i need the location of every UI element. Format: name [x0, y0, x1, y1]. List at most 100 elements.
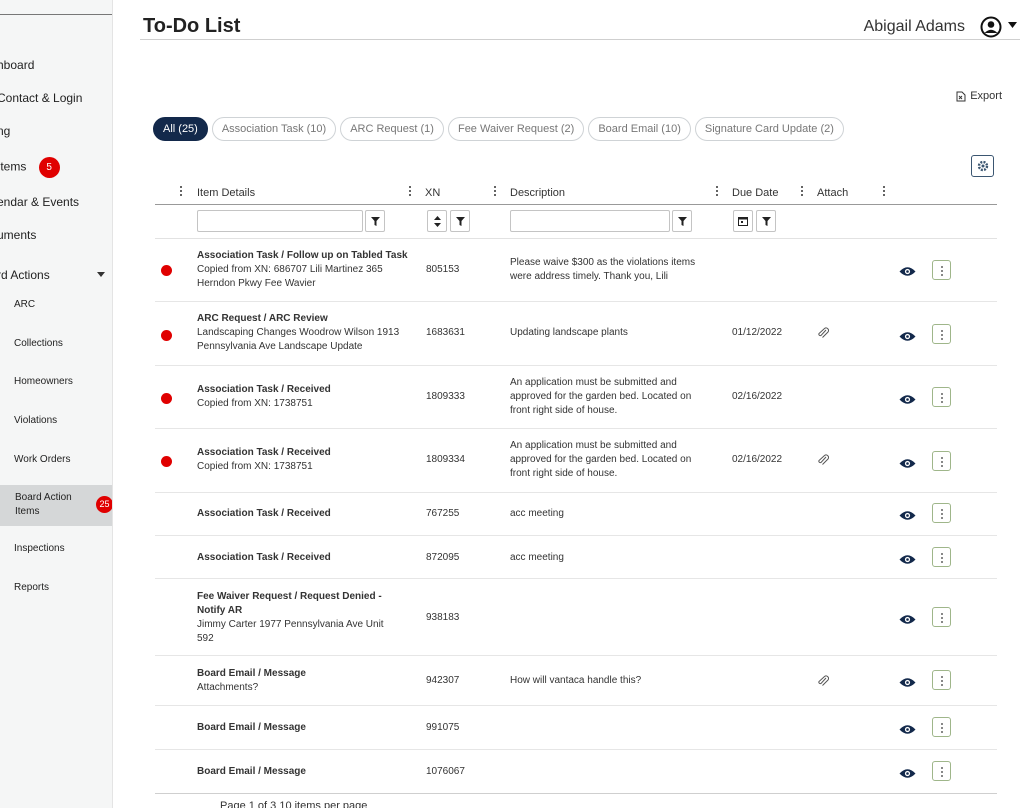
export-button[interactable]: Export — [956, 90, 1002, 102]
view-eye-icon[interactable] — [899, 677, 916, 688]
filter-icon — [677, 216, 687, 226]
table-row[interactable]: Association Task / Received 767255 acc m… — [155, 493, 997, 536]
row-actions-button[interactable] — [932, 670, 951, 690]
table-row[interactable]: Association Task / Received Copied from … — [155, 429, 997, 493]
table-row[interactable]: Board Email / Message 1076067 — [155, 750, 997, 793]
export-file-icon — [956, 91, 966, 101]
view-eye-icon[interactable] — [899, 510, 916, 521]
column-header-xn[interactable]: XN — [425, 187, 440, 199]
view-eye-icon[interactable] — [899, 614, 916, 625]
row-actions-button[interactable] — [932, 451, 951, 471]
sidebar-subitem-arc[interactable]: ARC — [14, 299, 35, 310]
description-cell: An application must be submitted and app… — [510, 440, 692, 479]
xn-sort-button[interactable] — [427, 210, 447, 232]
table-row[interactable]: Association Task / Follow up on Tabled T… — [155, 239, 997, 302]
header-divider — [155, 204, 997, 205]
sidebar-item-contact-login[interactable]: Contact & Login — [0, 91, 82, 105]
item-details-filter-button[interactable] — [365, 210, 385, 232]
row-actions-button[interactable] — [932, 761, 951, 781]
sidebar-item-action-items[interactable]: Items 5 — [0, 157, 60, 178]
xn-cell: 1076067 — [426, 766, 465, 777]
table-row[interactable]: Association Task / Received Copied from … — [155, 366, 997, 429]
row-actions-button[interactable] — [932, 503, 951, 523]
due-date-cell: 02/16/2022 — [732, 391, 783, 402]
sidebar-subitem-inspections[interactable]: Inspections — [14, 543, 65, 554]
row-actions-button[interactable] — [932, 607, 951, 627]
sidebar-subitem-board-action-items[interactable]: Board Action Items 25 — [0, 485, 112, 526]
board-action-items-count-badge: 25 — [96, 496, 112, 513]
description-cell: Please waive $300 as the violations item… — [510, 257, 696, 282]
view-eye-icon[interactable] — [899, 768, 916, 779]
column-menu-icon[interactable] — [800, 186, 804, 198]
sidebar-subitem-work-orders[interactable]: Work Orders — [14, 454, 71, 465]
row-actions-button[interactable] — [932, 324, 951, 344]
row-actions-button[interactable] — [932, 387, 951, 407]
sidebar-item-board-actions[interactable]: rd Actions — [0, 268, 105, 282]
table-row[interactable]: Association Task / Received 872095 acc m… — [155, 536, 997, 579]
table-row[interactable]: Fee Waiver Request / Request Denied - No… — [155, 579, 997, 656]
item-details-filter-input[interactable] — [197, 210, 363, 232]
paperclip-icon[interactable] — [817, 327, 829, 339]
row-actions-button[interactable] — [932, 717, 951, 737]
sidebar-subitem-reports[interactable]: Reports — [14, 582, 49, 593]
sidebar-subitem-homeowners[interactable]: Homeowners — [14, 376, 73, 387]
column-menu-icon[interactable] — [179, 186, 183, 198]
view-eye-icon[interactable] — [899, 394, 916, 405]
view-eye-icon[interactable] — [899, 458, 916, 469]
column-header-item-details[interactable]: Item Details — [197, 187, 255, 199]
row-actions-button[interactable] — [932, 547, 951, 567]
user-avatar-icon[interactable] — [980, 16, 1002, 38]
table-row[interactable]: Board Email / Message 991075 — [155, 706, 997, 750]
view-eye-icon[interactable] — [899, 724, 916, 735]
sort-icon — [433, 215, 441, 227]
paperclip-icon[interactable] — [817, 454, 829, 466]
chip-fee-waiver-request[interactable]: Fee Waiver Request (2) — [447, 117, 585, 141]
column-header-attach[interactable]: Attach — [817, 187, 848, 199]
due-date-calendar-button[interactable] — [733, 210, 753, 232]
column-menu-icon[interactable] — [715, 186, 719, 198]
grid-settings-button[interactable] — [971, 155, 994, 177]
filter-icon — [761, 216, 771, 226]
xn-filter-button[interactable] — [450, 210, 470, 232]
row-actions-button[interactable] — [932, 260, 951, 280]
sidebar-item-dashboard[interactable]: hboard — [0, 58, 34, 72]
column-menu-icon[interactable] — [493, 186, 497, 198]
table-row[interactable]: ARC Request / ARC Review Landscaping Cha… — [155, 302, 997, 366]
due-date-filter-button[interactable] — [756, 210, 776, 232]
view-eye-icon[interactable] — [899, 266, 916, 277]
description-filter-button[interactable] — [672, 210, 692, 232]
filter-icon — [455, 216, 465, 226]
description-filter-input[interactable] — [510, 210, 670, 232]
column-menu-icon[interactable] — [882, 186, 886, 198]
sidebar-item-calendar-events[interactable]: endar & Events — [0, 195, 79, 209]
sidebar-subitem-collections[interactable]: Collections — [14, 338, 63, 349]
chip-all[interactable]: All (25) — [153, 117, 208, 141]
column-header-description[interactable]: Description — [510, 187, 565, 199]
sidebar-item-documents[interactable]: uments — [0, 228, 36, 242]
chip-arc-request[interactable]: ARC Request (1) — [340, 117, 444, 141]
chip-association-task[interactable]: Association Task (10) — [211, 117, 337, 141]
chip-board-email[interactable]: Board Email (10) — [588, 117, 691, 141]
sidebar-divider — [0, 14, 112, 15]
column-header-due-date[interactable]: Due Date — [732, 187, 778, 199]
item-details-cell: ARC Request / ARC Review Landscaping Cha… — [197, 313, 400, 352]
view-eye-icon[interactable] — [899, 331, 916, 342]
description-cell: How will vantaca handle this? — [510, 675, 642, 686]
chip-signature-card-update[interactable]: Signature Card Update (2) — [694, 117, 844, 141]
sidebar-subitem-violations[interactable]: Violations — [14, 415, 57, 426]
xn-cell: 942307 — [426, 675, 460, 686]
description-cell: acc meeting — [510, 552, 564, 563]
sidebar-item-billing[interactable]: ng — [0, 124, 10, 138]
user-name[interactable]: Abigail Adams — [864, 18, 965, 36]
pager[interactable]: Page 1 of 3 10 items per page — [220, 800, 367, 808]
column-menu-icon[interactable] — [408, 186, 412, 198]
table-row[interactable]: Board Email / Message Attachments? 94230… — [155, 656, 997, 706]
caret-down-icon[interactable] — [1008, 22, 1017, 28]
view-eye-icon[interactable] — [899, 554, 916, 565]
item-details-cell: Association Task / Received Copied from … — [197, 384, 331, 409]
xn-cell: 1683631 — [426, 327, 465, 338]
gear-icon — [977, 160, 988, 172]
item-details-cell: Board Email / Message Attachments? — [197, 668, 306, 693]
page-title: To-Do List — [143, 15, 241, 37]
paperclip-icon[interactable] — [817, 675, 829, 687]
